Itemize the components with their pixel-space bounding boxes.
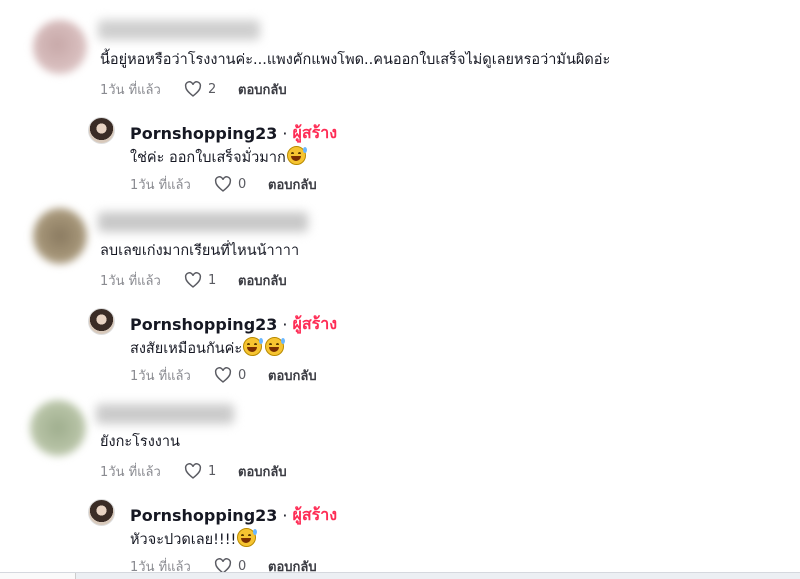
like-count: 1 bbox=[208, 272, 217, 288]
separator-dot: · bbox=[282, 315, 288, 334]
comment-time: 1วัน ที่แล้ว bbox=[100, 82, 161, 98]
commenter-avatar[interactable] bbox=[33, 208, 87, 264]
commenter-name-blurred[interactable] bbox=[96, 404, 234, 424]
comment-text: ลบเลขเก่งมากเรียนที่ไหนน้าาาา bbox=[100, 243, 300, 259]
comment-actions: 1วัน ที่แล้ว 1 ตอบกลับ bbox=[100, 460, 287, 482]
commenter-avatar[interactable] bbox=[33, 20, 87, 74]
creator-username[interactable]: Pornshopping23 bbox=[130, 315, 277, 334]
grinning-sweat-emoji-icon bbox=[237, 528, 258, 547]
reply-time: 1วัน ที่แล้ว bbox=[130, 368, 191, 384]
heart-outline-icon bbox=[184, 272, 202, 288]
like-count: 0 bbox=[238, 367, 247, 383]
reply-author: Pornshopping23 · ผู้สร้าง bbox=[130, 312, 337, 337]
reply-actions: 1วัน ที่แล้ว 0 ตอบกลับ bbox=[130, 364, 317, 386]
creator-avatar[interactable] bbox=[88, 308, 115, 335]
separator-dot: · bbox=[282, 124, 288, 143]
bottom-scroll-bar[interactable] bbox=[0, 572, 800, 579]
like-button[interactable]: 0 bbox=[214, 176, 268, 192]
creator-avatar[interactable] bbox=[88, 117, 115, 144]
reply-text: สงสัยเหมือนกันค่ะ bbox=[130, 341, 243, 357]
reply-actions: 1วัน ที่แล้ว 0 ตอบกลับ bbox=[130, 173, 317, 195]
reply-button[interactable]: ตอบกลับ bbox=[238, 270, 287, 291]
comment-text: ยังกะโรงงาน bbox=[100, 434, 180, 450]
reply-text: ใช่ค่ะ ออกใบเสร็จมั่วมาก bbox=[130, 150, 286, 166]
bottom-tab[interactable] bbox=[0, 573, 76, 579]
commenter-avatar[interactable] bbox=[30, 400, 86, 456]
commenter-name-blurred[interactable] bbox=[98, 212, 308, 232]
reply-time: 1วัน ที่แล้ว bbox=[130, 177, 191, 193]
creator-badge: ผู้สร้าง bbox=[292, 505, 338, 524]
like-count: 2 bbox=[208, 81, 217, 97]
heart-outline-icon bbox=[184, 463, 202, 479]
creator-username[interactable]: Pornshopping23 bbox=[130, 124, 277, 143]
like-button[interactable]: 2 bbox=[184, 81, 238, 97]
grinning-sweat-emoji-icon bbox=[243, 337, 264, 356]
creator-username[interactable]: Pornshopping23 bbox=[130, 506, 277, 525]
reply-author: Pornshopping23 · ผู้สร้าง bbox=[130, 503, 337, 528]
heart-outline-icon bbox=[214, 176, 232, 192]
like-count: 1 bbox=[208, 463, 217, 479]
reply-button[interactable]: ตอบกลับ bbox=[268, 174, 317, 195]
like-button[interactable]: 0 bbox=[214, 367, 268, 383]
reply-text: หัวจะปวดเลย!!!! bbox=[130, 532, 237, 548]
like-count: 0 bbox=[238, 176, 247, 192]
comment-actions: 1วัน ที่แล้ว 2 ตอบกลับ bbox=[100, 78, 287, 100]
reply-text-row: หัวจะปวดเลย!!!! bbox=[130, 528, 258, 550]
reply-button[interactable]: ตอบกลับ bbox=[238, 461, 287, 482]
separator-dot: · bbox=[282, 506, 288, 525]
reply-text-row: สงสัยเหมือนกันค่ะ bbox=[130, 337, 286, 359]
comment-time: 1วัน ที่แล้ว bbox=[100, 273, 161, 289]
heart-outline-icon bbox=[184, 81, 202, 97]
comment-text: นี้อยู่หอหรือว่าโรงงานค่ะ...แพงคักแพงโพด… bbox=[100, 52, 611, 68]
creator-avatar[interactable] bbox=[88, 499, 115, 526]
reply-author: Pornshopping23 · ผู้สร้าง bbox=[130, 121, 337, 146]
creator-badge: ผู้สร้าง bbox=[292, 314, 338, 333]
grinning-sweat-emoji-icon bbox=[286, 146, 307, 165]
like-button[interactable]: 1 bbox=[184, 463, 238, 479]
reply-button[interactable]: ตอบกลับ bbox=[238, 79, 287, 100]
heart-outline-icon bbox=[214, 367, 232, 383]
reply-button[interactable]: ตอบกลับ bbox=[268, 365, 317, 386]
comment-actions: 1วัน ที่แล้ว 1 ตอบกลับ bbox=[100, 269, 287, 291]
like-button[interactable]: 1 bbox=[184, 272, 238, 288]
creator-badge: ผู้สร้าง bbox=[292, 123, 338, 142]
comment-time: 1วัน ที่แล้ว bbox=[100, 464, 161, 480]
grinning-sweat-emoji-icon bbox=[265, 337, 286, 356]
reply-text-row: ใช่ค่ะ ออกใบเสร็จมั่วมาก bbox=[130, 146, 307, 168]
commenter-name-blurred[interactable] bbox=[98, 20, 260, 40]
